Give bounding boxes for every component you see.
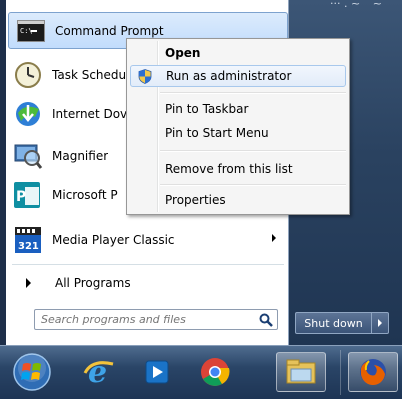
internet-explorer-icon: e bbox=[83, 355, 114, 389]
program-label: Command Prompt bbox=[55, 23, 164, 38]
taskbar: e bbox=[0, 345, 402, 399]
svg-text:P: P bbox=[16, 189, 26, 205]
triangle-right-icon bbox=[26, 278, 31, 288]
menu-separator bbox=[160, 150, 346, 152]
search-input[interactable] bbox=[35, 312, 255, 327]
media-player-classic-icon: 321 bbox=[12, 224, 44, 256]
svg-text:C:\: C:\ bbox=[20, 27, 33, 35]
all-programs-button[interactable]: All Programs bbox=[6, 270, 288, 296]
chrome-icon bbox=[201, 358, 230, 386]
taskbar-chrome[interactable] bbox=[194, 352, 236, 392]
program-label: Task Schedu bbox=[52, 67, 127, 82]
start-button[interactable] bbox=[10, 352, 54, 392]
program-media-player-classic[interactable]: 321 Media Player Classic bbox=[6, 221, 288, 258]
taskbar-divider bbox=[340, 350, 341, 395]
taskbar-internet-explorer[interactable]: e bbox=[78, 352, 120, 392]
menu-item-remove-from-list[interactable]: Remove from this list bbox=[130, 158, 346, 180]
search-icon[interactable] bbox=[255, 310, 277, 329]
media-player-icon bbox=[145, 360, 169, 384]
menu-separator bbox=[160, 184, 346, 186]
program-label: Magnifier bbox=[52, 148, 109, 163]
program-label: Media Player Classic bbox=[52, 232, 175, 247]
program-label: Internet Dov bbox=[52, 106, 128, 121]
taskbar-media-player[interactable] bbox=[136, 352, 178, 392]
firefox-icon bbox=[360, 359, 386, 386]
start-orb-icon bbox=[13, 353, 51, 391]
menu-item-open[interactable]: Open bbox=[130, 42, 346, 64]
menu-item-label: Properties bbox=[165, 193, 226, 207]
divider bbox=[12, 264, 284, 265]
internet-download-icon bbox=[12, 98, 44, 130]
menu-item-label: Remove from this list bbox=[165, 162, 293, 176]
context-menu: Open Run as administrator Pin to Taskbar… bbox=[126, 38, 350, 215]
shutdown-label: Shut down bbox=[304, 316, 363, 330]
all-programs-label: All Programs bbox=[55, 276, 131, 290]
shutdown-options-button[interactable] bbox=[372, 312, 389, 334]
command-prompt-icon: C:\ bbox=[15, 15, 47, 47]
taskbar-file-explorer[interactable] bbox=[276, 352, 326, 392]
submenu-arrow-icon bbox=[272, 234, 276, 242]
microsoft-publisher-icon: P bbox=[12, 179, 44, 211]
menu-item-pin-to-start-menu[interactable]: Pin to Start Menu bbox=[130, 122, 346, 144]
menu-item-label: Run as administrator bbox=[166, 69, 292, 83]
menu-item-properties[interactable]: Properties bbox=[130, 189, 346, 211]
top-right-text: ··· . ~ ˙ ~ ˙ bbox=[330, 0, 391, 10]
menu-item-label: Pin to Start Menu bbox=[165, 126, 269, 140]
search-box[interactable] bbox=[34, 309, 278, 330]
program-label: Microsoft P bbox=[52, 187, 118, 202]
shutdown-button[interactable]: Shut down bbox=[295, 312, 372, 334]
menu-item-label: Open bbox=[165, 46, 201, 60]
uac-shield-icon bbox=[138, 69, 152, 84]
file-explorer-icon bbox=[286, 359, 316, 384]
svg-text:321: 321 bbox=[18, 241, 39, 252]
task-scheduler-icon bbox=[12, 59, 44, 91]
magnifier-icon bbox=[12, 140, 44, 172]
svg-text:e: e bbox=[88, 355, 107, 389]
menu-item-pin-to-taskbar[interactable]: Pin to Taskbar bbox=[130, 98, 346, 120]
menu-separator bbox=[160, 92, 346, 94]
menu-item-label: Pin to Taskbar bbox=[165, 102, 249, 116]
chevron-right-icon bbox=[378, 319, 382, 327]
taskbar-firefox[interactable] bbox=[348, 352, 398, 392]
menu-item-run-as-administrator[interactable]: Run as administrator bbox=[130, 65, 346, 87]
